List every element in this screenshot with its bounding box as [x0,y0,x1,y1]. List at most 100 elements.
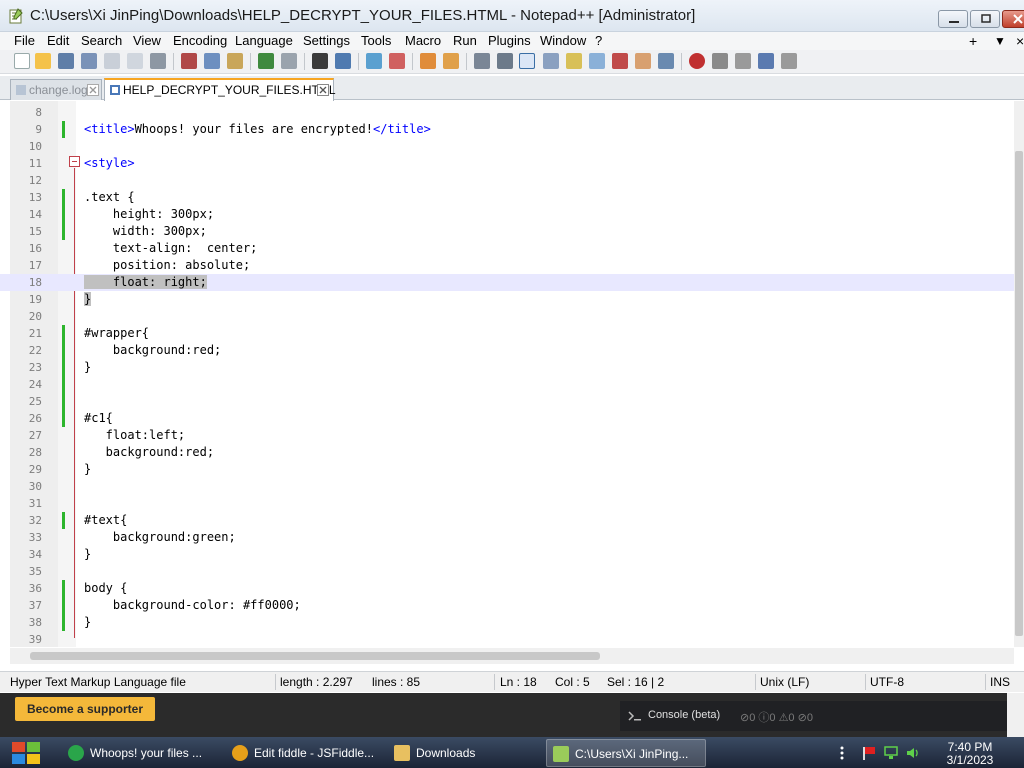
horizontal-scroll-thumb[interactable] [30,652,600,660]
code-line[interactable]: 37 background-color: #ff0000; [0,597,1014,614]
minimize-button[interactable] [938,10,968,28]
code-line[interactable]: 23} [0,359,1014,376]
horizontal-scrollbar[interactable] [10,648,1014,664]
code-line[interactable]: 16 text-align: center; [0,240,1014,257]
record-macro-icon[interactable] [689,53,705,69]
code-line[interactable]: 34} [0,546,1014,563]
code-line[interactable]: 39 [0,631,1014,648]
code-editor[interactable]: 8 9 <title>Whoops! your files are encrypte… [0,101,1024,647]
play-macro-icon[interactable] [735,53,751,69]
status-encoding[interactable]: UTF-8 [870,675,904,689]
code-line[interactable]: 27 float:left; [0,427,1014,444]
taskbar-item-jsfiddle[interactable]: Edit fiddle - JSFiddle... [226,739,378,767]
menu-window[interactable]: Window [540,32,586,50]
new-tab-plus[interactable]: + [969,32,977,50]
menu-encoding[interactable]: Encoding [173,32,227,50]
code-line[interactable]: 31 [0,495,1014,512]
close-file-icon[interactable] [104,53,120,69]
tab-help-decrypt[interactable]: HELP_DECRYPT_YOUR_FILES.HTML [104,78,336,101]
tab-list-dropdown[interactable]: ▼ [994,32,1006,50]
panel-scrollbar[interactable] [1007,693,1024,737]
vertical-scrollbar[interactable] [1014,101,1024,647]
sync-horizontal-icon[interactable] [443,53,459,69]
run-macro-multiple-icon[interactable] [758,53,774,69]
menu-help[interactable]: ? [595,32,602,50]
code-line[interactable]: 15 width: 300px; [0,223,1014,240]
code-line[interactable]: 13 .text { [0,189,1014,206]
code-line[interactable]: 12 [0,172,1014,189]
become-supporter-button[interactable]: Become a supporter [15,697,155,721]
taskbar-item-notepadplusplus[interactable]: C:\Users\Xi JinPing... [546,739,706,767]
code-line[interactable]: 10 [0,138,1014,155]
save-icon[interactable] [58,53,74,69]
code-line[interactable]: 20 [0,308,1014,325]
new-file-icon[interactable] [14,53,30,69]
function-list-icon[interactable] [589,53,605,69]
windows-start-icon[interactable] [10,740,42,766]
volume-icon[interactable] [905,745,921,761]
code-line[interactable]: 24 [0,376,1014,393]
code-line[interactable]: 29} [0,461,1014,478]
zoom-in-icon[interactable] [366,53,382,69]
redo-icon[interactable] [281,53,297,69]
menu-run[interactable]: Run [453,32,477,50]
code-line[interactable]: 18 float: right; [0,274,1014,291]
more-dots-icon[interactable] [840,746,844,760]
code-line[interactable]: 11 <style> [0,155,1014,172]
console-label[interactable]: Console (beta) [648,709,720,721]
clock-date[interactable]: 3/1/2023 [945,753,995,767]
code-line[interactable]: 32 #text{ [0,512,1014,529]
code-line[interactable]: 21 #wrapper{ [0,325,1014,342]
clock-time[interactable]: 7:40 PM [945,740,995,754]
save-all-icon[interactable] [81,53,97,69]
close-all-icon[interactable] [127,53,143,69]
undo-icon[interactable] [258,53,274,69]
monitoring-icon[interactable] [635,53,651,69]
replace-icon[interactable] [335,53,351,69]
close-document[interactable]: × [1016,32,1024,50]
menu-search[interactable]: Search [81,32,122,50]
code-line[interactable]: 38} [0,614,1014,631]
code-line[interactable]: 22 background:red; [0,342,1014,359]
cut-icon[interactable] [181,53,197,69]
menu-settings[interactable]: Settings [303,32,350,50]
paste-icon[interactable] [227,53,243,69]
menu-language[interactable]: Language [235,32,293,50]
code-line[interactable]: 35 [0,563,1014,580]
menu-tools[interactable]: Tools [361,32,391,50]
sync-vertical-icon[interactable] [420,53,436,69]
document-map-icon[interactable] [566,53,582,69]
code-line[interactable]: 28 background:red; [0,444,1014,461]
maximize-button[interactable] [970,10,1000,28]
code-line[interactable]: 14 height: 300px; [0,206,1014,223]
menu-macro[interactable]: Macro [405,32,441,50]
close-icon[interactable] [87,84,99,96]
indent-guide-icon[interactable] [519,53,535,69]
code-line[interactable]: 36 body { [0,580,1014,597]
code-line[interactable]: 30 [0,478,1014,495]
menu-view[interactable]: View [133,32,161,50]
code-line[interactable]: 26 #c1{ [0,410,1014,427]
user-language-icon[interactable] [543,53,559,69]
save-macro-icon[interactable] [781,53,797,69]
code-line[interactable]: 9 <title>Whoops! your files are encrypted… [0,121,1014,138]
print-icon[interactable] [150,53,166,69]
find-icon[interactable] [312,53,328,69]
eye-icon[interactable] [658,53,674,69]
taskbar-item-whoops[interactable]: Whoops! your files ... [62,739,214,767]
menu-file[interactable]: File [14,32,35,50]
code-line[interactable]: 25 [0,393,1014,410]
code-line[interactable]: 8 [0,104,1014,121]
tab-change-log[interactable]: change.log [10,79,102,100]
status-eol[interactable]: Unix (LF) [760,675,809,689]
status-insert-mode[interactable]: INS [990,675,1010,689]
code-line[interactable]: 17 position: absolute; [0,257,1014,274]
zoom-out-icon[interactable] [389,53,405,69]
vertical-scroll-thumb[interactable] [1015,151,1023,636]
folder-as-workspace-icon[interactable] [612,53,628,69]
open-file-icon[interactable] [35,53,51,69]
stop-macro-icon[interactable] [712,53,728,69]
close-icon[interactable] [317,84,329,96]
copy-icon[interactable] [204,53,220,69]
code-line[interactable]: 19} [0,291,1014,308]
